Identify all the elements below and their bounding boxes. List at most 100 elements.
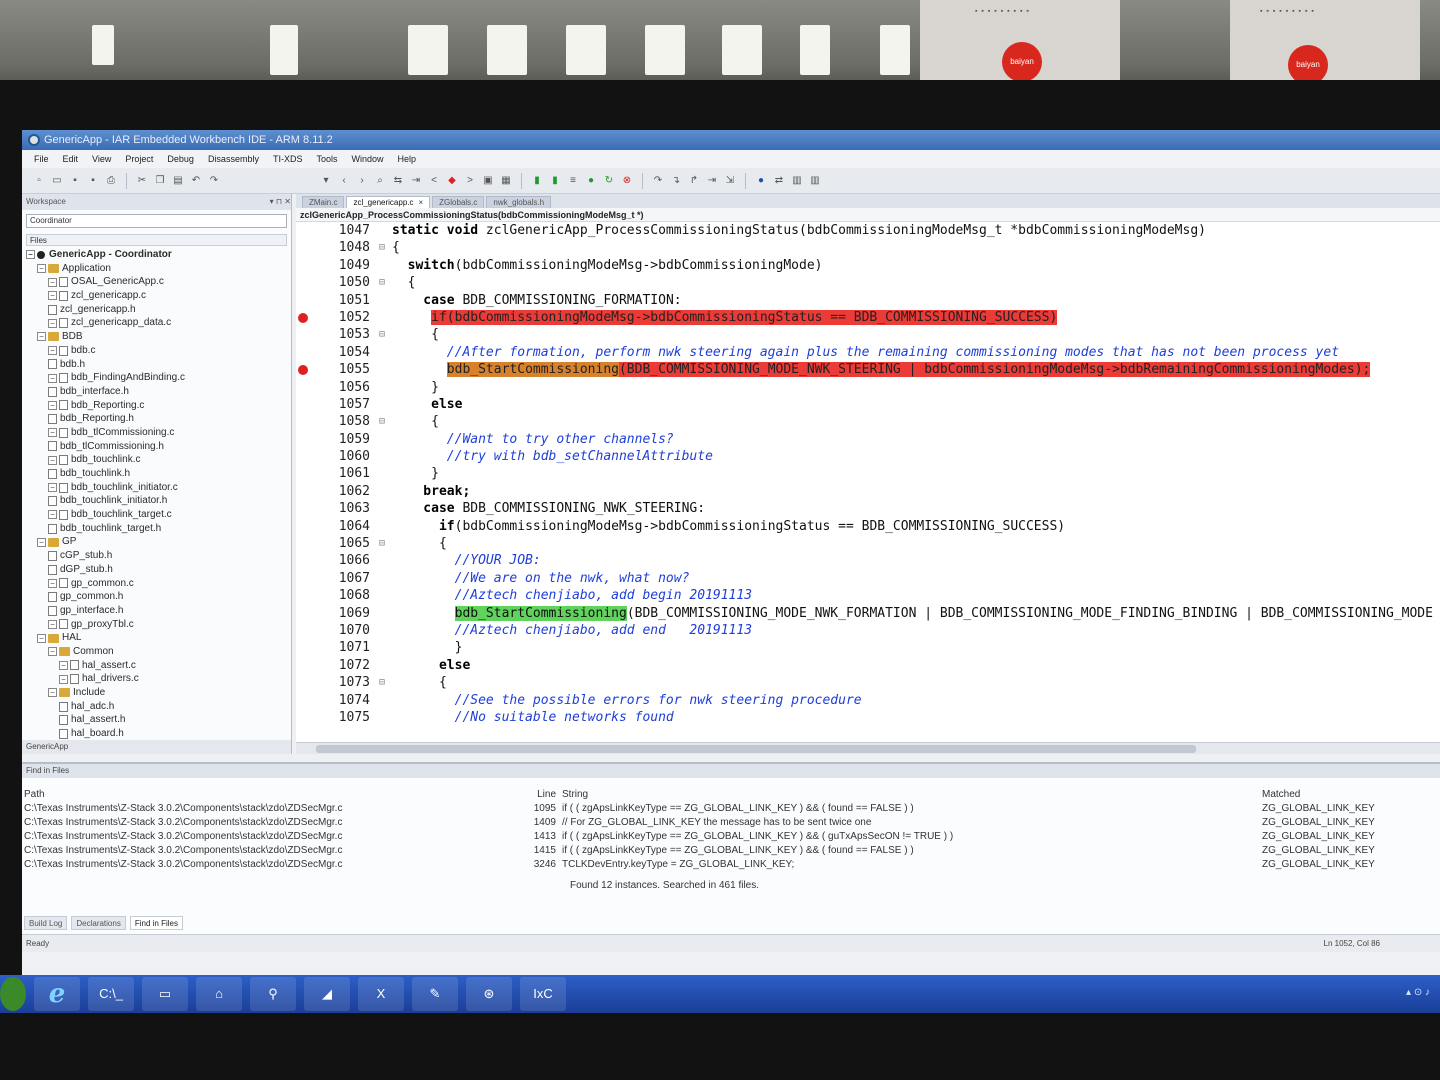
code-line[interactable]: 1056 } [296,379,1440,396]
tree-file[interactable]: − OSAL_GenericApp.c [26,275,291,289]
notes-taskbar-icon[interactable]: ✎ [412,977,458,1011]
fold-marker-icon[interactable]: ⊟ [376,413,388,430]
search-dropdown-icon[interactable]: ▾ [319,174,333,188]
fold-marker-icon[interactable]: ⊟ [376,239,388,256]
save-all-icon[interactable]: ▪ [86,174,100,188]
tree-folder[interactable]: − GP [26,535,291,549]
tree-expander-icon[interactable]: − [37,332,46,342]
tree-expander-icon[interactable]: − [48,510,57,520]
line-number[interactable]: 1057 [296,396,376,413]
code-line[interactable]: 1071 } [296,639,1440,656]
fold-marker-icon[interactable]: ⊟ [376,274,388,291]
copy-icon[interactable]: ❐ [153,174,167,188]
tree-folder[interactable]: − Common [26,645,291,659]
fold-marker-icon[interactable] [376,605,388,622]
tree-file[interactable]: hal_board.h [26,727,291,741]
line-number[interactable]: 1061 [296,465,376,482]
find-result-row[interactable]: C:\Texas Instruments\Z-Stack 3.0.2\Compo… [22,830,1440,844]
code-line[interactable]: 1050 ⊟ { [296,274,1440,291]
fold-marker-icon[interactable]: ⊟ [376,535,388,552]
col-path[interactable]: Path [22,788,492,802]
redo-icon[interactable]: ↷ [207,174,221,188]
line-number[interactable]: 1054 [296,344,376,361]
fold-marker-icon[interactable] [376,657,388,674]
scrollbar-thumb[interactable] [316,745,1196,753]
find-in-files-icon[interactable]: ⇆ [391,174,405,188]
fold-marker-icon[interactable] [376,465,388,482]
tree-expander-icon[interactable]: − [48,318,57,328]
tool-taskbar-icon[interactable]: ⊛ [466,977,512,1011]
tree-file[interactable]: hal_adc.h [26,700,291,714]
workspace-footer-tab[interactable]: GenericApp [22,740,291,754]
menu-item[interactable]: TI-XDS [273,150,303,168]
code-line[interactable]: 1070 //Aztech chenjiabo, add end 2019111… [296,622,1440,639]
step-out-icon[interactable]: ↱ [687,174,701,188]
tree-file[interactable]: − zcl_genericapp.c [26,289,291,303]
tree-expander-icon[interactable]: − [48,619,57,629]
code-line[interactable]: 1065 ⊟ { [296,535,1440,552]
code-line[interactable]: 1074 //See the possible errors for nwk s… [296,692,1440,709]
line-number[interactable]: 1051 [296,292,376,309]
new-file-icon[interactable]: ▫ [32,174,46,188]
menu-item[interactable]: Edit [63,150,79,168]
cmd-taskbar-icon[interactable]: C:\_ [88,977,134,1011]
print-icon[interactable]: ⎙ [104,174,118,188]
line-number[interactable]: 1065 [296,535,376,552]
nav-back-icon[interactable]: < [427,174,441,188]
cut-icon[interactable]: ✂ [135,174,149,188]
output-tab[interactable]: Build Log [24,916,68,930]
tree-expander-icon[interactable]: − [48,647,57,657]
col-matched[interactable]: Matched [1262,788,1432,802]
code-line[interactable]: 1053 ⊟ { [296,326,1440,343]
find-result-row[interactable]: C:\Texas Instruments\Z-Stack 3.0.2\Compo… [22,858,1440,872]
tree-expander-icon[interactable]: − [59,660,68,670]
tree-folder[interactable]: − Include [26,686,291,700]
code-line[interactable]: 1058 ⊟ { [296,413,1440,430]
fold-marker-icon[interactable]: ⊟ [376,674,388,691]
tree-expander-icon[interactable]: − [37,537,46,547]
find-result-row[interactable]: C:\Texas Instruments\Z-Stack 3.0.2\Compo… [22,816,1440,830]
ie-taskbar-icon[interactable]: e [34,977,80,1011]
code-line[interactable]: 1075 //No suitable networks found [296,709,1440,726]
col-line[interactable]: Line [492,788,562,802]
tree-file[interactable]: bdb_touchlink.h [26,467,291,481]
col-string[interactable]: String [562,788,1262,802]
tree-folder[interactable]: − Application [26,262,291,276]
output-tab[interactable]: Declarations [71,916,126,930]
code-line[interactable]: 1055 bdb_StartCommissioning(BDB_COMMISSI… [296,361,1440,378]
code-line[interactable]: 1054 //After formation, perform nwk stee… [296,344,1440,361]
fold-marker-icon[interactable] [376,518,388,535]
menu-item[interactable]: Help [398,150,417,168]
fold-marker-icon[interactable] [376,552,388,569]
tree-file[interactable]: − bdb_Reporting.c [26,399,291,413]
bookmark-icon[interactable]: ◆ [445,174,459,188]
tree-expander-icon[interactable]: − [37,633,46,643]
line-number[interactable]: 1055 [296,361,376,378]
menu-item[interactable]: Tools [316,150,337,168]
go-icon[interactable]: ● [584,174,598,188]
configuration-select[interactable]: Coordinator [26,214,287,228]
tree-expander-icon[interactable]: − [48,688,57,698]
tree-file[interactable]: − hal_drivers.c [26,672,291,686]
fold-marker-icon[interactable] [376,709,388,726]
find-icon[interactable]: ⌕ [373,174,387,188]
files-column-header[interactable]: Files [26,234,287,246]
compile-icon[interactable]: ▣ [481,174,495,188]
line-number[interactable]: 1068 [296,587,376,604]
undo-icon[interactable]: ↶ [189,174,203,188]
editor-tab[interactable]: nwk_globals.h [486,196,552,208]
tree-file[interactable]: − hal_assert.c [26,659,291,673]
editor-tab[interactable]: ZMain.c [302,196,345,208]
code-line[interactable]: 1052 if(bdbCommissioningModeMsg->bdbComm… [296,309,1440,326]
tree-file[interactable]: − bdb_touchlink_target.c [26,508,291,522]
tree-file[interactable]: dGP_stub.h [26,563,291,577]
line-number[interactable]: 1067 [296,570,376,587]
line-number[interactable]: 1049 [296,257,376,274]
line-number[interactable]: 1074 [296,692,376,709]
tree-project-root[interactable]: − GenericApp - Coordinator [26,248,291,262]
function-navigator[interactable]: zclGenericApp_ProcessCommissioningStatus… [296,208,1440,222]
menu-item[interactable]: File [34,150,49,168]
code-line[interactable]: 1049 switch(bdbCommissioningModeMsg->bdb… [296,257,1440,274]
workspace-close-icon[interactable]: ▾ ⊓ ✕ [270,194,291,210]
tree-file[interactable]: bdb_touchlink_target.h [26,522,291,536]
